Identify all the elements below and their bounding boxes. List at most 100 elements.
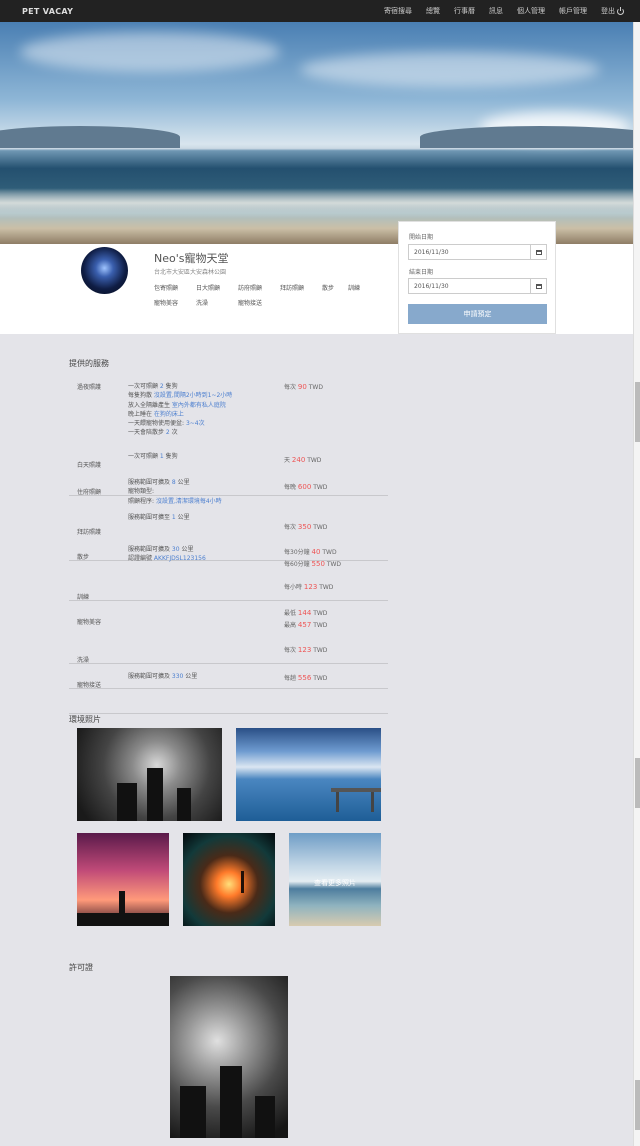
service-details: 服務範圍可擴至 1 公里	[128, 513, 190, 522]
price-amount: 556	[297, 674, 312, 682]
service-name: 過夜照護	[77, 384, 102, 391]
service-tag: 包寄照顧	[154, 285, 179, 292]
service-name: 寵物接送	[77, 682, 102, 689]
detail-value: AKKFJDSL123156	[153, 555, 206, 563]
price-currency: TWD	[311, 484, 328, 491]
service-price: 每小時 123 TWD	[284, 582, 333, 594]
service-tag: 拜訪照顧	[280, 285, 305, 292]
price-line: 最低 144 TWD	[284, 608, 327, 620]
price-unit: 最高	[284, 621, 298, 629]
service-detail-line: 一次可照顧 2 隻狗	[128, 382, 232, 391]
service-tag: 日大照顧	[196, 285, 221, 292]
price-line: 天 240 TWD	[284, 455, 321, 467]
detail-text: 公里	[175, 479, 190, 486]
detail-value: 330	[171, 673, 184, 680]
price-line: 每次 90 TWD	[284, 382, 323, 394]
avatar	[81, 247, 128, 294]
price-unit: 每次	[284, 524, 298, 531]
price-line: 每晚 600 TWD	[284, 482, 327, 494]
price-amount: 123	[303, 583, 318, 591]
brand-logo[interactable]: PET VACAY	[22, 7, 73, 16]
price-currency: TWD	[320, 549, 337, 556]
price-unit: 每30分鐘	[284, 549, 312, 556]
service-name: 住府照顧	[77, 489, 102, 496]
service-price: 每次 90 TWD	[284, 382, 323, 394]
end-date-value: 2016/11/30	[414, 282, 449, 290]
price-currency: TWD	[324, 560, 342, 568]
service-tag: 寵物美容	[154, 300, 179, 307]
shop-address: 台北市大安區大安森林公園	[154, 269, 227, 276]
license-image[interactable]	[170, 976, 288, 1138]
detail-text: 一天餵寵物使用便盆:	[128, 420, 186, 428]
start-date-input[interactable]: 2016/11/30	[408, 244, 547, 260]
top-navbar: PET VACAY 寄宿搜尋 總覽 行事曆 訊息 個人管理 帳戶管理 登出	[0, 0, 640, 22]
price-currency: TWD	[311, 647, 328, 654]
detail-text: 公里	[175, 514, 190, 521]
nav-item-messages[interactable]: 訊息	[489, 6, 503, 16]
service-detail-line: 服務範圍可擴及 8 公里	[128, 478, 222, 487]
service-details: 服務範圍可擴及 330 公里	[128, 672, 197, 681]
service-detail-line: 照顧程序: 沒設置,清潔環境每4小時	[128, 497, 222, 506]
environment-photo[interactable]	[77, 728, 222, 821]
logout-link[interactable]: 登出	[601, 6, 624, 16]
row-divider	[69, 600, 388, 601]
nav-item-overview[interactable]: 總覽	[426, 6, 440, 16]
detail-text: 次	[169, 429, 178, 437]
row-divider	[69, 663, 388, 664]
price-currency: TWD	[311, 524, 328, 531]
price-amount: 350	[297, 523, 312, 531]
service-detail-line: 放入全隔離產生 室內外都有私人庭院	[128, 401, 232, 410]
view-more-photos[interactable]: 查看更多照片	[289, 878, 381, 888]
service-tags: 包寄照顧 日大照顧 訪府照顧 拜訪照顧 散步 訓練 寵物美容 洗澡 寵物接送	[154, 283, 394, 307]
price-amount: 90	[297, 383, 307, 391]
environment-photo[interactable]	[183, 833, 275, 926]
detail-text: 公里	[179, 546, 194, 553]
service-details: 服務範圍可擴及 8 公里 寵物類型: 照顧程序: 沒設置,清潔環境每4小時	[128, 478, 222, 506]
price-line: 每次 350 TWD	[284, 522, 327, 534]
request-booking-button[interactable]: 申請預定	[408, 304, 547, 324]
detail-text: 每隻狗散	[128, 392, 154, 400]
price-unit: 每晚	[284, 484, 298, 491]
price-line: 每60分鐘 550 TWD	[284, 559, 341, 571]
start-date-value: 2016/11/30	[414, 248, 449, 256]
environment-photo[interactable]	[77, 833, 169, 926]
service-price: 每30分鐘 40 TWD 每60分鐘 550 TWD	[284, 547, 341, 570]
service-tag: 訪府照顧	[238, 285, 263, 292]
environment-photo-more[interactable]: 查看更多照片	[289, 833, 381, 926]
detail-text: 一天會陪散步	[128, 429, 166, 437]
price-unit: 每60分鐘	[284, 560, 312, 568]
price-currency: TWD	[311, 621, 328, 629]
detail-value: 沒設置,間隔2小時到1~2小時	[153, 392, 233, 400]
detail-text: 服務範圍可擴至	[128, 514, 172, 521]
nav-item-account[interactable]: 帳戶管理	[559, 6, 587, 16]
service-price: 每晚 600 TWD	[284, 482, 327, 494]
environment-photo[interactable]	[236, 728, 381, 821]
service-name: 拜訪照護	[77, 529, 102, 536]
service-price: 每趟 556 TWD	[284, 673, 327, 685]
price-unit: 每次	[284, 384, 298, 391]
service-details: 服務範圍可擴及 30 公里 認證編號 AKKFJDSL123156	[128, 545, 206, 564]
calendar-icon[interactable]	[530, 279, 546, 293]
nav-item-search[interactable]: 寄宿搜尋	[384, 6, 412, 16]
service-detail-line: 服務範圍可擴及 30 公里	[128, 545, 206, 554]
service-detail-line: 服務範圍可擴至 1 公里	[128, 513, 190, 522]
nav-item-profile[interactable]: 個人管理	[517, 6, 545, 16]
detail-value: 室內外都有私人庭院	[171, 401, 226, 409]
price-unit: 每趟	[284, 675, 298, 682]
price-amount: 600	[297, 483, 312, 491]
nav-item-calendar[interactable]: 行事曆	[454, 6, 475, 16]
detail-text: 一次可照顧	[128, 383, 160, 390]
price-currency: TWD	[311, 610, 328, 617]
price-currency: TWD	[306, 384, 323, 391]
price-line: 每30分鐘 40 TWD	[284, 547, 341, 559]
row-divider	[69, 688, 388, 689]
service-detail-line: 認證編號 AKKFJDSL123156	[128, 554, 206, 563]
detail-text: 一次可照顧	[128, 453, 160, 460]
page-scrollbar[interactable]	[633, 22, 640, 1146]
price-line: 最高 457 TWD	[284, 620, 327, 632]
price-amount: 123	[297, 646, 312, 654]
price-currency: TWD	[311, 675, 328, 682]
calendar-icon[interactable]	[530, 245, 546, 259]
end-date-input[interactable]: 2016/11/30	[408, 278, 547, 294]
service-detail-line: 一天餵寵物使用便盆: 3~4次	[128, 419, 232, 428]
